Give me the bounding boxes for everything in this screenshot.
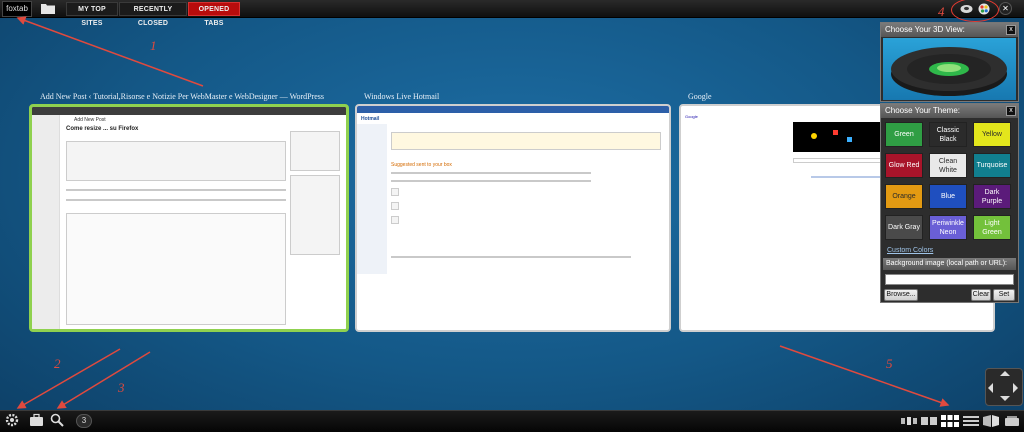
contact-avatar [391,188,399,196]
panel-title: Choose Your 3D View: [885,25,965,34]
custom-colors-link[interactable]: Custom Colors [887,247,933,254]
content-line [391,256,631,258]
highlight-ellipse [951,0,999,22]
layout-carousel-icon[interactable] [1004,415,1020,427]
tab-recently-closed[interactable]: RECENTLY CLOSED [119,2,187,27]
theme-swatch[interactable]: Orange [885,184,923,209]
mail-sidebar [357,124,387,274]
browse-button[interactable]: Browse... [884,289,918,301]
theme-panel: Choose Your Theme: x Green Classic Black Y… [880,103,1019,303]
clear-button[interactable]: Clear [971,289,991,301]
theme-swatch[interactable]: Blue [929,184,967,209]
custom-fields-box [66,213,286,325]
page-preview: Add New Post Come resize ... su Firefox [32,107,346,329]
arrow-left-icon[interactable] [988,383,993,393]
close-panel-button[interactable]: x [1006,25,1016,35]
theme-swatch[interactable]: Glow Red [885,153,923,178]
pacman-doodle [793,122,883,152]
3d-disc-icon [891,47,1007,96]
navigation-pad [985,368,1023,406]
close-panel-button[interactable]: x [1006,106,1016,116]
arrow-right-icon[interactable] [1013,383,1018,393]
background-image-label: Background image (local path or URL): [883,258,1016,270]
3d-view-panel: Choose Your 3D View: x [880,22,1019,102]
tab-thumbnail-hotmail[interactable]: Hotmail Suggested sent to your box [355,104,671,332]
info-box [391,132,661,150]
tab-count-badge: 3 [76,414,92,428]
content-line [391,180,591,182]
theme-swatch[interactable]: Light Green [973,215,1011,240]
search-box [793,158,883,163]
admin-sidebar [32,115,60,329]
content-line [66,189,286,191]
foxtab-logo[interactable]: foxtab [2,1,32,17]
contact-avatar [391,202,399,210]
page-heading: Google [685,114,698,119]
layout-3d-wall-icon[interactable] [983,415,999,427]
annotation-number: 5 [886,356,893,371]
layout-strip-small-icon[interactable] [901,415,917,427]
panel-title: Choose Your Theme: [885,106,961,115]
tab-my-top-sites[interactable]: MY TOP SITES [66,2,118,27]
annotation-number: 3 [118,380,125,395]
page-heading: Come resize ... su Firefox [66,126,139,132]
thumbnail-title: Windows Live Hotmail [364,92,440,101]
gear-icon[interactable] [5,413,19,427]
contact-avatar [391,216,399,224]
theme-swatch[interactable]: Clean White [929,153,967,178]
top-bar: foxtab MY TOP SITES RECENTLY CLOSED OPEN… [0,0,1024,27]
panel-header: Choose Your 3D View: x [881,23,1018,37]
briefcase-icon[interactable] [29,413,44,427]
layout-row-icon[interactable] [921,415,937,427]
background-image-input[interactable] [885,274,1014,285]
page-heading: Hotmail [361,116,380,122]
thumbnail-title: Google [688,92,712,101]
annotation-number: 2 [54,356,61,371]
page-header: Add New Post [74,117,106,123]
layout-list-icon[interactable] [963,415,979,427]
layout-grid-icon[interactable] [941,415,959,427]
panel-header: Choose Your Theme: x [881,104,1018,118]
thumbnail-title: Add New Post ‹ Tutorial,Risorse e Notizi… [40,92,325,101]
3d-view-preview[interactable] [883,38,1016,100]
search-icon[interactable] [50,413,64,427]
browser-header [357,106,669,113]
sub-heading: Suggested sent to your box [391,162,452,168]
categories-box [290,175,340,255]
publish-box [290,131,340,171]
theme-swatch[interactable]: Yellow [973,122,1011,147]
theme-swatch[interactable]: Green [885,122,923,147]
set-button[interactable]: Set [993,289,1015,301]
theme-swatch[interactable]: Dark Gray [885,215,923,240]
theme-swatch[interactable]: Periwinkle Neon [929,215,967,240]
theme-swatch[interactable]: Classic Black [929,122,967,147]
theme-swatch[interactable]: Dark Purple [973,184,1011,209]
content-line [66,199,286,201]
tab-opened-tabs[interactable]: OPENED TABS [188,2,240,27]
browser-header [32,107,346,115]
bottom-bar [0,410,1024,432]
tab-thumbnail-wordpress[interactable]: Add New Post Come resize ... su Firefox [29,104,349,332]
arrow-up-icon[interactable] [1000,371,1010,376]
editor-box [66,141,286,181]
folder-icon[interactable] [41,3,55,14]
annotation-number: 1 [150,38,157,53]
close-button[interactable]: ✕ [999,2,1012,15]
content-line [391,172,591,174]
arrow-down-icon[interactable] [1000,396,1010,401]
page-preview: Hotmail Suggested sent to your box [357,106,669,330]
annotation-number: 4 [938,4,945,19]
theme-swatch[interactable]: Turquoise [973,153,1011,178]
